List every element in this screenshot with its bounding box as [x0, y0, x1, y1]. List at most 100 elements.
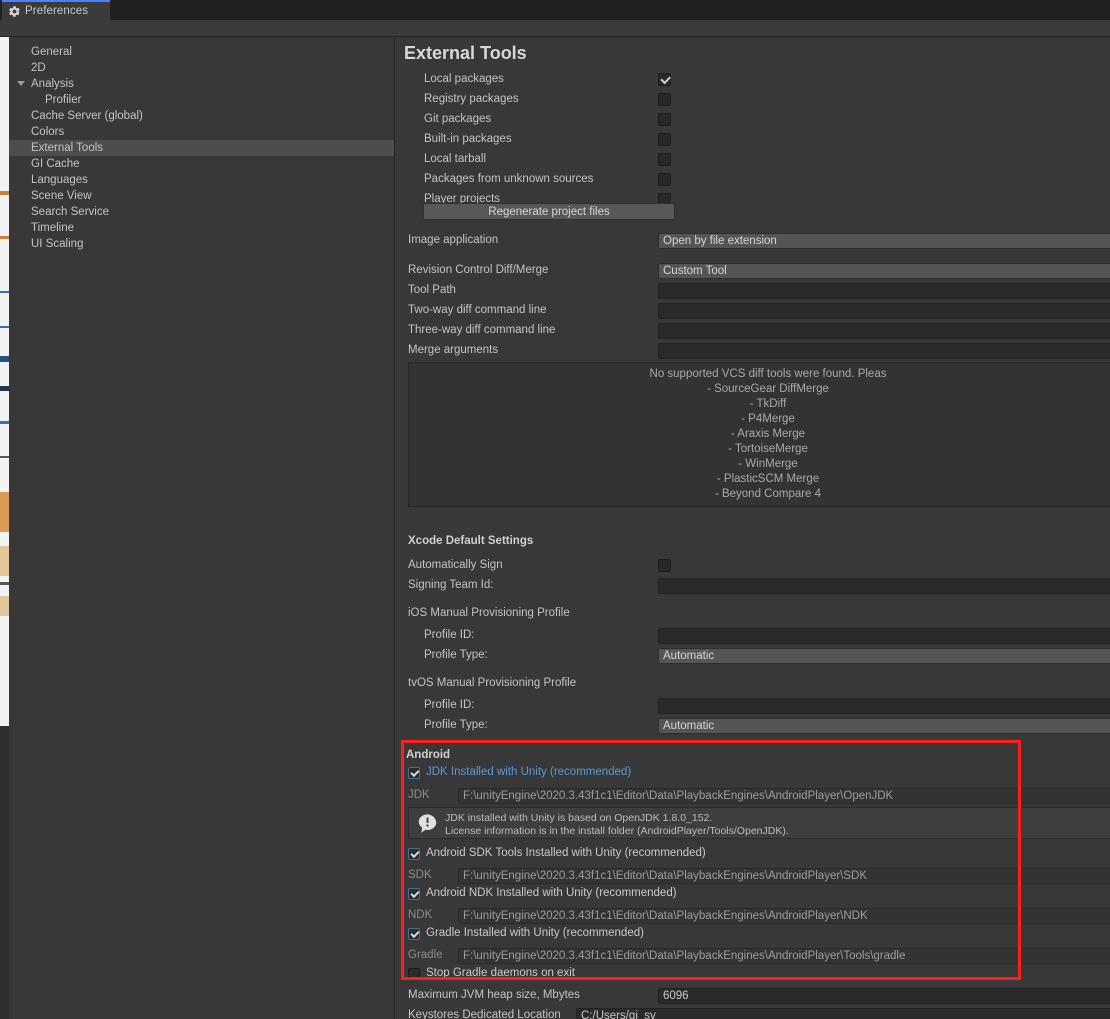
tool-path-input[interactable] [658, 283, 1110, 299]
signing-team-id-label: Signing Team Id: [408, 579, 494, 591]
vcs-tool-item: - Beyond Compare 4 [714, 488, 822, 500]
package-toggle-row: Registry packages [396, 91, 1110, 108]
merge-arguments-input[interactable] [658, 343, 1110, 359]
merge-arguments-label: Merge arguments [408, 344, 499, 356]
package-toggle-row: Packages from unknown sources [396, 171, 1110, 188]
jdk-installed-label[interactable]: JDK Installed with Unity (recommended) [426, 765, 631, 780]
package-toggle-checkbox[interactable] [658, 113, 671, 126]
gradle-checkbox[interactable] [408, 928, 420, 940]
vcs-tool-item: - TkDiff [749, 398, 787, 410]
gradle-label[interactable]: Gradle Installed with Unity (recommended… [426, 926, 644, 941]
three-way-diff-label: Three-way diff command line [408, 324, 556, 336]
sidebar-item-gi-cache[interactable]: GI Cache [9, 156, 394, 172]
jdk-info-line2: License information is in the install fo… [445, 825, 789, 837]
keystores-location-input[interactable]: C:/Users/gi_sv [576, 1008, 1110, 1019]
settings-content-panel: External Tools Local packages Registry pa… [396, 38, 1110, 1019]
package-toggle-label: Registry packages [424, 93, 519, 105]
settings-category-list: General 2D Analysis Profiler Cache Server (g… [9, 38, 395, 1019]
sidebar-item-label: Profiler [45, 94, 82, 106]
sidebar-item-label: Search Service [31, 206, 109, 218]
sidebar-item-cache-server-global[interactable]: Cache Server (global) [9, 108, 394, 124]
regenerate-project-files-button[interactable]: Regenerate project files [423, 203, 675, 220]
tvos-profile-type-dropdown[interactable]: Automatic [658, 718, 1110, 734]
package-toggle-label: Local packages [424, 73, 504, 85]
vcs-tool-item: - Araxis Merge [730, 428, 806, 440]
image-application-label: Image application [408, 234, 499, 246]
three-way-diff-input[interactable] [658, 323, 1110, 339]
tvos-profile-id-label: Profile ID: [424, 699, 475, 711]
sidebar-item-label: 2D [31, 62, 46, 74]
toolbar-band [0, 20, 1110, 37]
tvos-provisioning-heading: tvOS Manual Provisioning Profile [408, 677, 577, 689]
jdk-path-input[interactable]: F:\unityEngine\2020.3.43f1c1\Editor\Data… [458, 788, 1110, 804]
ios-profile-id-input[interactable] [658, 628, 1110, 644]
sidebar-item-colors[interactable]: Colors [9, 124, 394, 140]
stop-gradle-daemons-label[interactable]: Stop Gradle daemons on exit [426, 966, 575, 981]
vcs-tool-item: - SourceGear DiffMerge [707, 383, 829, 395]
sidebar-item-label: GI Cache [31, 158, 80, 170]
jvm-heap-input[interactable]: 6096 [658, 988, 1110, 1004]
sidebar-item-external-tools[interactable]: External Tools [9, 140, 394, 156]
package-toggle-checkbox[interactable] [658, 153, 671, 166]
sidebar-item-ui-scaling[interactable]: UI Scaling [9, 236, 394, 252]
package-toggle-row: Git packages [396, 111, 1110, 128]
tvos-profile-id-input[interactable] [658, 698, 1110, 714]
chevron-down-icon[interactable] [17, 81, 25, 86]
package-toggle-checkbox[interactable] [658, 133, 671, 146]
ios-profile-type-dropdown[interactable]: Automatic [658, 648, 1110, 664]
ndk-path-input[interactable]: F:\unityEngine\2020.3.43f1c1\Editor\Data… [458, 908, 1110, 924]
package-toggle-row: Local tarball [396, 151, 1110, 168]
sidebar-item-profiler[interactable]: Profiler [9, 92, 394, 108]
vcs-tool-item: - TortoiseMerge [728, 443, 808, 455]
automatically-sign-checkbox[interactable] [658, 559, 671, 572]
package-toggle-row: Built-in packages [396, 131, 1110, 148]
vcs-tool-item: - PlasticSCM Merge [716, 473, 820, 485]
sidebar-item-timeline[interactable]: Timeline [9, 220, 394, 236]
two-way-diff-input[interactable] [658, 303, 1110, 319]
vcs-tool-item: - P4Merge [741, 413, 795, 425]
sidebar-item-label: Timeline [31, 222, 75, 234]
sidebar-item-2d[interactable]: 2D [9, 60, 394, 76]
vcs-tools-help-box: No supported VCS diff tools were found. … [408, 362, 1110, 507]
android-ndk-label[interactable]: Android NDK Installed with Unity (recomm… [426, 886, 677, 901]
tool-path-label: Tool Path [408, 284, 456, 296]
image-application-dropdown[interactable]: Open by file extension [658, 233, 1110, 249]
gradle-path-label: Gradle [408, 949, 443, 961]
page-title: External Tools [404, 43, 527, 63]
jdk-info-text: JDK installed with Unity is based on Ope… [445, 812, 789, 838]
package-toggle-label: Git packages [424, 113, 492, 125]
sdk-path-input[interactable]: F:\unityEngine\2020.3.43f1c1\Editor\Data… [458, 868, 1110, 884]
vcs-tool-item: - WinMerge [738, 458, 798, 470]
background-window-sliver [0, 26, 9, 1019]
jdk-path-label: JDK [408, 789, 430, 801]
android-sdk-checkbox[interactable] [408, 848, 420, 860]
ios-profile-type-label: Profile Type: [424, 649, 488, 661]
tvos-profile-type-label: Profile Type: [424, 719, 488, 731]
sidebar-item-label: Languages [31, 174, 88, 186]
sidebar-item-analysis[interactable]: Analysis [9, 76, 394, 92]
jdk-installed-checkbox[interactable] [408, 767, 420, 779]
package-toggle-checkbox[interactable] [658, 173, 671, 186]
package-toggle-label: Built-in packages [424, 133, 512, 145]
android-sdk-label[interactable]: Android SDK Tools Installed with Unity (… [426, 846, 706, 861]
ios-provisioning-heading: iOS Manual Provisioning Profile [408, 607, 570, 619]
revision-control-diff-merge-label: Revision Control Diff/Merge [408, 264, 549, 276]
android-ndk-checkbox[interactable] [408, 888, 420, 900]
package-toggle-checkbox[interactable] [658, 93, 671, 106]
stop-gradle-daemons-checkbox[interactable] [408, 968, 420, 980]
tab-preferences[interactable]: Preferences [2, 0, 110, 20]
sidebar-item-languages[interactable]: Languages [9, 172, 394, 188]
gradle-path-input[interactable]: F:\unityEngine\2020.3.43f1c1\Editor\Data… [458, 948, 1110, 964]
sidebar-item-label: UI Scaling [31, 238, 84, 250]
sidebar-item-general[interactable]: General [9, 44, 394, 60]
sidebar-item-search-service[interactable]: Search Service [9, 204, 394, 220]
sidebar-item-scene-view[interactable]: Scene View [9, 188, 394, 204]
revision-control-diff-merge-dropdown[interactable]: Custom Tool [658, 263, 1110, 279]
package-toggle-checkbox[interactable] [658, 73, 671, 86]
ios-profile-id-label: Profile ID: [424, 629, 475, 641]
tab-label: Preferences [25, 5, 89, 17]
signing-team-id-input[interactable] [658, 578, 1110, 594]
jdk-info-line1: JDK installed with Unity is based on Ope… [445, 812, 713, 824]
keystores-location-label: Keystores Dedicated Location [408, 1009, 561, 1019]
two-way-diff-label: Two-way diff command line [408, 304, 547, 316]
